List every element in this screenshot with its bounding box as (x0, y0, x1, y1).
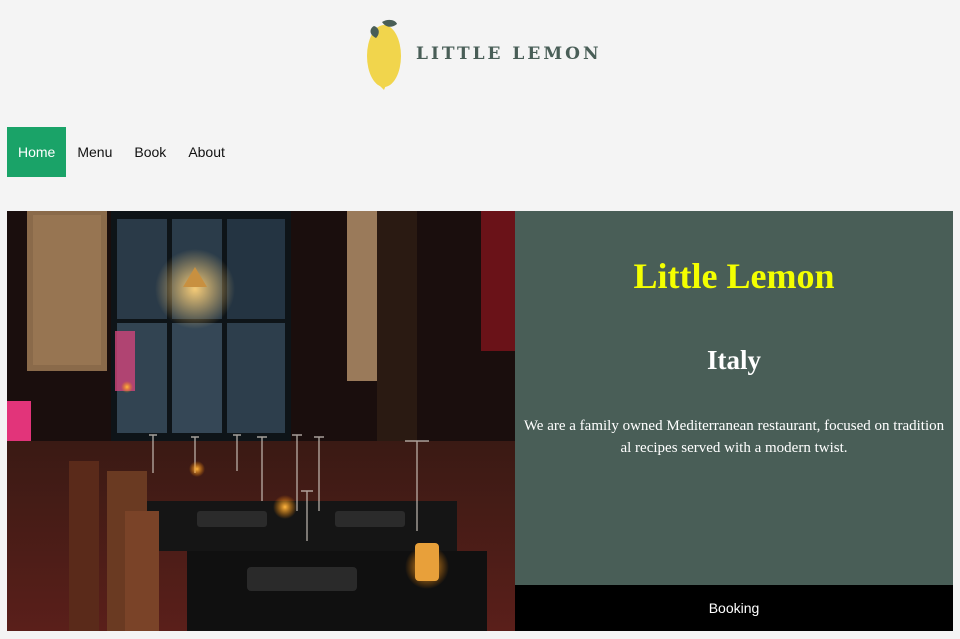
logo[interactable]: LITTLE LEMON (366, 18, 602, 90)
nav-item-home[interactable]: Home (7, 127, 67, 177)
main-nav: Home Menu Book About (7, 127, 236, 177)
hero-subtitle: Italy (707, 345, 761, 375)
nav-item-book[interactable]: Book (123, 127, 177, 177)
logo-text: LITTLE LEMON (416, 44, 602, 64)
booking-button[interactable]: Booking (515, 585, 953, 631)
lemon-icon (367, 19, 401, 90)
nav-item-menu[interactable]: Menu (66, 127, 123, 177)
hero-info-panel: Little Lemon Italy We are a family owned… (515, 211, 953, 585)
restaurant-photo (7, 211, 515, 631)
hero-description: We are a family owned Mediterranean rest… (523, 418, 945, 456)
hero-section: Little Lemon Italy We are a family owned… (7, 211, 953, 631)
hero-title: Little Lemon (633, 256, 835, 296)
nav-item-about[interactable]: About (177, 127, 236, 177)
